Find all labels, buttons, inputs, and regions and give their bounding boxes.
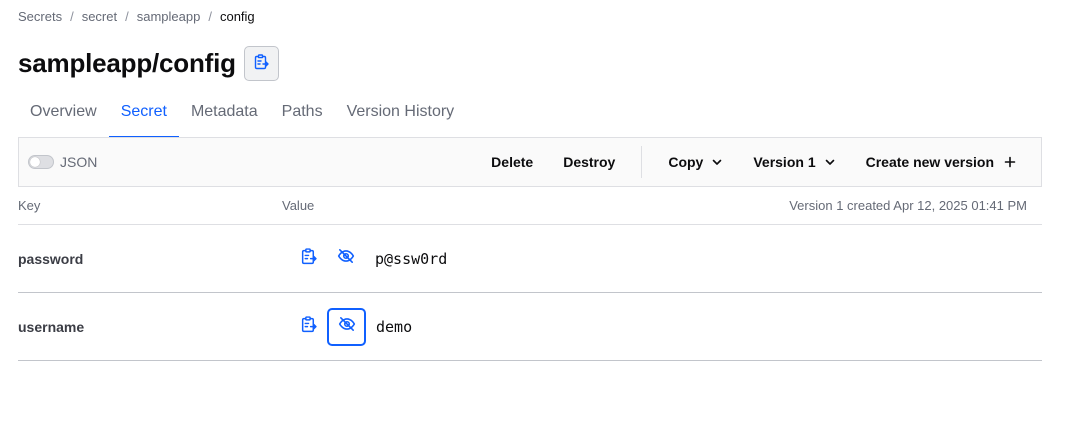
toggle-thumb [30, 157, 40, 167]
copy-value-button[interactable] [289, 308, 327, 346]
breadcrumb-secrets[interactable]: Secrets [18, 9, 62, 24]
json-toggle[interactable]: JSON [28, 154, 97, 170]
copy-value-button[interactable] [289, 240, 327, 278]
create-new-version-label: Create new version [865, 154, 994, 170]
secret-value-cell: demo [282, 307, 413, 346]
clipboard-copy-icon [300, 315, 317, 338]
table-row: username demo [18, 293, 1042, 361]
json-toggle-switch[interactable] [28, 155, 54, 169]
version-created-text: Version 1 created Apr 12, 2025 01:41 PM [789, 198, 1027, 213]
breadcrumb-separator: / [208, 9, 212, 24]
page-title: sampleapp/config [18, 48, 236, 78]
chevron-down-icon [824, 156, 836, 168]
delete-button[interactable]: Delete [476, 138, 548, 186]
column-header-key: Key [18, 198, 41, 213]
secret-table: Key Value Version 1 created Apr 12, 2025… [18, 187, 1042, 361]
plus-icon [1004, 156, 1016, 168]
copy-path-button[interactable] [243, 46, 279, 81]
json-toggle-label: JSON [60, 154, 98, 170]
tab-overview[interactable]: Overview [18, 92, 109, 132]
destroy-button[interactable]: Destroy [548, 138, 630, 186]
tab-bar: Overview Secret Metadata Paths Version H… [18, 92, 1042, 138]
title-row: sampleapp/config [18, 46, 279, 81]
secret-value-text: p@ssw0rd [375, 249, 448, 268]
breadcrumb-current: config [219, 9, 255, 24]
secret-toolbar: JSON Delete Destroy Copy Version 1 Creat… [18, 137, 1042, 187]
toggle-visibility-button[interactable] [327, 307, 366, 346]
breadcrumb-separator: / [70, 9, 74, 24]
tab-secret[interactable]: Secret [108, 92, 180, 138]
column-header-value: Value [282, 198, 315, 213]
toolbar-divider [641, 146, 643, 178]
secret-value-cell: p@ssw0rd [282, 240, 447, 278]
table-row: password p@ssw0rd [18, 225, 1042, 293]
eye-off-icon [338, 315, 356, 338]
copy-dropdown-button[interactable]: Copy [653, 138, 738, 186]
create-new-version-button[interactable]: Create new version [851, 138, 1041, 186]
tab-metadata[interactable]: Metadata [179, 92, 270, 132]
version-dropdown-label: Version 1 [753, 154, 816, 170]
chevron-down-icon [711, 156, 723, 168]
secret-value-text: demo [376, 317, 413, 336]
clipboard-copy-icon [253, 54, 270, 73]
toggle-visibility-button[interactable] [327, 240, 365, 278]
tab-paths[interactable]: Paths [270, 92, 335, 132]
version-dropdown-button[interactable]: Version 1 [738, 138, 850, 186]
breadcrumb-separator: / [125, 9, 129, 24]
breadcrumb: Secrets / secret / sampleapp / config [18, 9, 255, 24]
tab-version-history[interactable]: Version History [335, 92, 467, 132]
secret-key: username [18, 318, 85, 335]
copy-dropdown-label: Copy [668, 154, 704, 170]
breadcrumb-sampleapp[interactable]: sampleapp [137, 9, 201, 24]
table-header: Key Value Version 1 created Apr 12, 2025… [18, 187, 1042, 225]
clipboard-copy-icon [300, 247, 317, 270]
breadcrumb-secret[interactable]: secret [82, 9, 117, 24]
eye-off-icon [337, 247, 355, 270]
secret-key: password [18, 250, 84, 267]
